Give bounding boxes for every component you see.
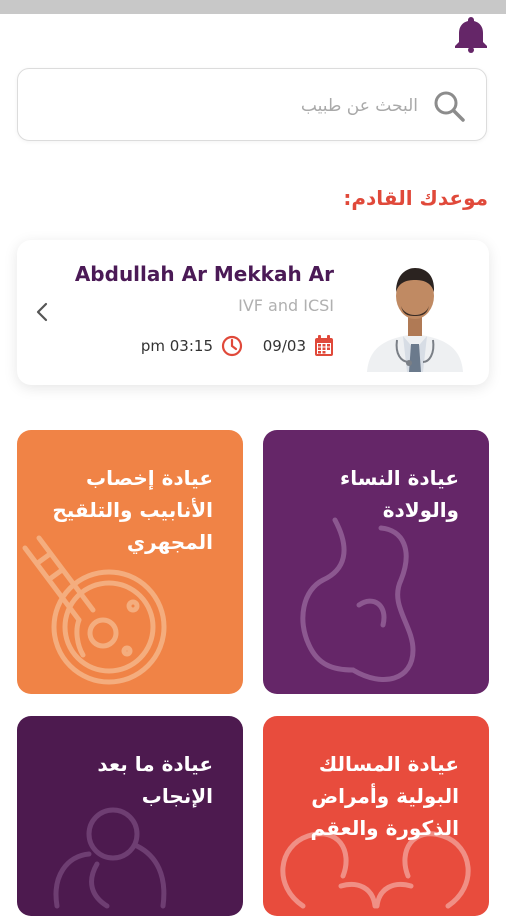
doctor-specialty: IVF and ICSI xyxy=(238,296,334,315)
upcoming-appointment-title: موعدك القادم: xyxy=(343,186,488,210)
search-icon xyxy=(434,91,465,122)
doctor-name: Abdullah Ar Mekkah Ar xyxy=(74,262,334,286)
clinic-label: عيادة إخصاب الأنابيب والتلقيح المجهري xyxy=(52,466,213,554)
doctor-photo xyxy=(357,254,473,372)
calendar-icon xyxy=(315,335,333,356)
appointment-card[interactable]: Abdullah Ar Mekkah Ar IVF and ICSI 09/03… xyxy=(17,240,489,385)
appointment-time: pm 03:15 xyxy=(140,337,213,355)
clinic-label: عيادة ما بعد الإنجاب xyxy=(97,752,213,808)
clinic-card-postnatal[interactable]: عيادة ما بعد الإنجاب xyxy=(17,716,243,916)
clinic-label: عيادة النساء والولادة xyxy=(340,466,459,522)
clinic-card-obstetrics[interactable]: عيادة النساء والولادة xyxy=(263,430,489,694)
appointment-date: 09/03 xyxy=(262,337,306,355)
clinic-card-ivf[interactable]: عيادة إخصاب الأنابيب والتلقيح المجهري xyxy=(17,430,243,694)
notification-bell-icon[interactable] xyxy=(453,15,489,53)
chevron-left-icon[interactable] xyxy=(35,301,49,323)
clinic-label: عيادة المسالك البولية وأمراض الذكورة وال… xyxy=(310,752,459,840)
status-bar xyxy=(0,0,506,14)
baby-icon xyxy=(53,807,167,909)
clinic-card-urology[interactable]: عيادة المسالك البولية وأمراض الذكورة وال… xyxy=(263,716,489,916)
search-input[interactable] xyxy=(56,87,420,125)
doctor-search-bar[interactable] xyxy=(17,68,487,141)
clock-icon xyxy=(221,335,243,357)
